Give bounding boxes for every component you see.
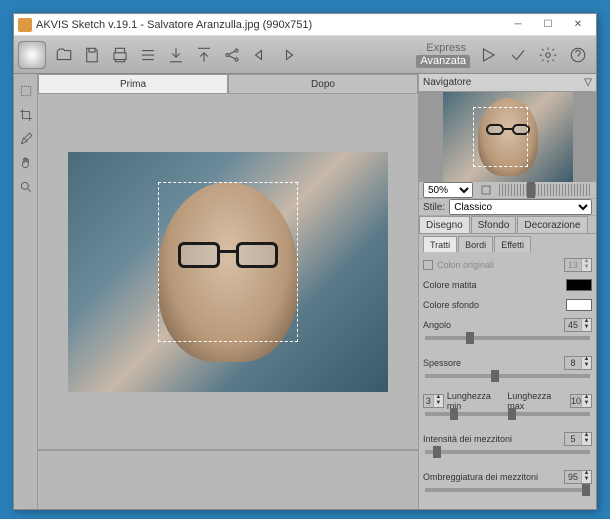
min-length-spinner[interactable]: 3▲▼ bbox=[423, 394, 444, 408]
row-pencil-color: Colore matita bbox=[423, 276, 592, 294]
save-file-button[interactable] bbox=[79, 42, 105, 68]
param-area: Colori originali 13▲▼ Colore matita Colo… bbox=[419, 252, 596, 509]
sub-tabs: Tratti Bordi Effetti bbox=[419, 234, 596, 252]
thumbnail-strip bbox=[38, 449, 418, 509]
row-midtone-hatching: Ombreggiatura dei mezzitoni 95▲▼ bbox=[423, 468, 592, 486]
main-toolbar: Express Avanzata bbox=[14, 36, 596, 74]
app-logo-icon bbox=[18, 41, 46, 69]
undo-button[interactable] bbox=[247, 42, 273, 68]
share-button[interactable] bbox=[219, 42, 245, 68]
original-colors-checkbox[interactable] bbox=[423, 260, 433, 270]
mode-express[interactable]: Express bbox=[416, 42, 470, 55]
preview-selection-box[interactable] bbox=[158, 182, 298, 342]
pencil-color-swatch[interactable] bbox=[566, 279, 592, 291]
row-thickness: Spessore 8▲▼ bbox=[423, 354, 592, 372]
navigator-viewport-box[interactable] bbox=[473, 107, 528, 167]
app-icon bbox=[18, 18, 32, 32]
maximize-button[interactable]: ☐ bbox=[534, 16, 562, 34]
bg-color-label: Colore sfondo bbox=[423, 300, 566, 310]
app-window: AKVIS Sketch v.19.1 - Salvatore Aranzull… bbox=[13, 13, 597, 510]
row-angle: Angolo 45▲▼ bbox=[423, 316, 592, 334]
batch-button[interactable] bbox=[135, 42, 161, 68]
max-length-label: Lunghezza max bbox=[507, 391, 567, 411]
thickness-spinner[interactable]: 8▲▼ bbox=[564, 356, 592, 370]
bg-color-swatch[interactable] bbox=[566, 299, 592, 311]
export-button[interactable] bbox=[191, 42, 217, 68]
tab-background[interactable]: Sfondo bbox=[471, 216, 517, 233]
run-button[interactable] bbox=[475, 42, 501, 68]
midtone-intensity-label: Intensità dei mezzitoni bbox=[423, 434, 564, 444]
close-button[interactable]: ✕ bbox=[564, 16, 592, 34]
thickness-slider[interactable] bbox=[425, 374, 590, 378]
style-label: Stile: bbox=[423, 202, 445, 213]
view-tabs: Prima Dopo bbox=[38, 74, 418, 94]
mode-switcher: Express Avanzata bbox=[416, 42, 474, 68]
brush-tool[interactable] bbox=[15, 128, 37, 150]
pencil-color-label: Colore matita bbox=[423, 280, 566, 290]
navigator-image bbox=[443, 92, 573, 182]
zoom-tool[interactable] bbox=[15, 176, 37, 198]
midtone-hatching-slider[interactable] bbox=[425, 488, 590, 492]
help-button[interactable] bbox=[565, 42, 591, 68]
tab-before[interactable]: Prima bbox=[38, 74, 228, 94]
midtone-hatching-label: Ombreggiatura dei mezzitoni bbox=[423, 472, 564, 482]
mode-advanced[interactable]: Avanzata bbox=[416, 55, 470, 68]
original-colors-spinner[interactable]: 13▲▼ bbox=[564, 258, 592, 272]
fit-button[interactable] bbox=[478, 182, 494, 198]
window-title: AKVIS Sketch v.19.1 - Salvatore Aranzull… bbox=[36, 19, 504, 31]
row-midtone-intensity: Intensità dei mezzitoni 5▲▼ bbox=[423, 430, 592, 448]
import-button[interactable] bbox=[163, 42, 189, 68]
zoom-slider-thumb[interactable] bbox=[527, 182, 535, 198]
body-area: Prima Dopo Navigatore ▽ bbox=[14, 74, 596, 509]
tab-drawing[interactable]: Disegno bbox=[419, 216, 470, 233]
print-button[interactable] bbox=[107, 42, 133, 68]
zoom-row: 50% bbox=[419, 182, 596, 199]
midtone-hatching-spinner[interactable]: 95▲▼ bbox=[564, 470, 592, 484]
style-select[interactable]: Classico bbox=[449, 199, 592, 215]
midtone-intensity-spinner[interactable]: 5▲▼ bbox=[564, 432, 592, 446]
original-colors-label: Colori originali bbox=[437, 260, 564, 270]
midtone-intensity-slider[interactable] bbox=[425, 450, 590, 454]
canvas[interactable] bbox=[38, 94, 418, 449]
minimize-button[interactable]: ─ bbox=[504, 16, 532, 34]
zoom-select[interactable]: 50% bbox=[423, 182, 473, 198]
angle-label: Angolo bbox=[423, 320, 564, 330]
thickness-label: Spessore bbox=[423, 358, 564, 368]
panel-tabs: Disegno Sfondo Decorazione bbox=[419, 216, 596, 234]
image-preview bbox=[68, 152, 388, 392]
apply-button[interactable] bbox=[505, 42, 531, 68]
subtab-edges[interactable]: Bordi bbox=[458, 236, 493, 252]
open-file-button[interactable] bbox=[51, 42, 77, 68]
navigator-preview[interactable] bbox=[419, 92, 596, 182]
collapse-icon[interactable]: ▽ bbox=[584, 74, 592, 91]
zoom-slider[interactable] bbox=[499, 184, 592, 196]
row-bg-color: Colore sfondo bbox=[423, 296, 592, 314]
max-length-spinner[interactable]: 10▲▼ bbox=[570, 394, 592, 408]
center-area: Prima Dopo bbox=[38, 74, 418, 509]
angle-spinner[interactable]: 45▲▼ bbox=[564, 318, 592, 332]
subtab-effects[interactable]: Effetti bbox=[494, 236, 531, 252]
tab-after[interactable]: Dopo bbox=[228, 74, 418, 94]
navigator-header: Navigatore ▽ bbox=[419, 74, 596, 92]
subtab-strokes[interactable]: Tratti bbox=[423, 236, 457, 252]
preview-area-tool[interactable] bbox=[15, 80, 37, 102]
tab-decoration[interactable]: Decorazione bbox=[517, 216, 587, 233]
crop-tool[interactable] bbox=[15, 104, 37, 126]
length-slider[interactable] bbox=[425, 412, 590, 416]
angle-slider[interactable] bbox=[425, 336, 590, 340]
style-row: Stile: Classico bbox=[419, 199, 596, 216]
titlebar: AKVIS Sketch v.19.1 - Salvatore Aranzull… bbox=[14, 14, 596, 36]
left-toolbar bbox=[14, 74, 38, 509]
right-panel: Navigatore ▽ 50% bbox=[418, 74, 596, 509]
redo-button[interactable] bbox=[275, 42, 301, 68]
navigator-label: Navigatore bbox=[423, 74, 471, 91]
hand-tool[interactable] bbox=[15, 152, 37, 174]
settings-button[interactable] bbox=[535, 42, 561, 68]
row-original-colors: Colori originali 13▲▼ bbox=[423, 256, 592, 274]
